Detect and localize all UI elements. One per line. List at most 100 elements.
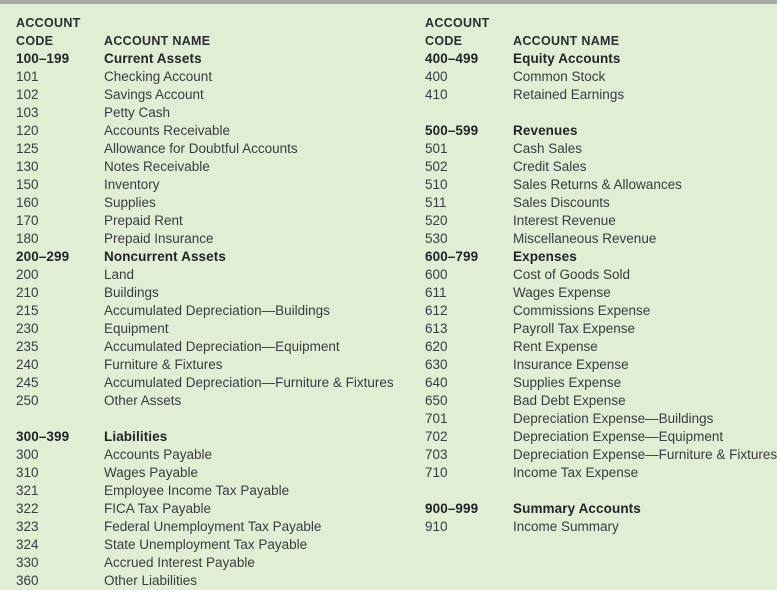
account-code: 611 [425, 285, 447, 300]
right-account-rows: 400–499 Equity Accounts 400 Common Stock 410… [425, 50, 777, 536]
account-name: Supplies [104, 195, 156, 210]
account-code: 101 [16, 69, 39, 84]
account-row: 703 Depreciation Expense—Furniture & Fixt… [425, 446, 777, 464]
account-code: 630 [425, 357, 448, 372]
account-code: 613 [425, 321, 448, 336]
account-name: Accounts Receivable [104, 123, 231, 138]
account-code: 130 [16, 159, 39, 174]
account-row: 245 Accumulated Depreciation—Furniture & … [16, 374, 410, 392]
account-group-row: 300–399 Liabilities [16, 428, 410, 446]
account-code: 612 [425, 303, 448, 318]
account-name: FICA Tax Payable [104, 501, 212, 516]
account-name: Noncurrent Assets [104, 249, 226, 264]
account-code: 600–799 [425, 249, 479, 264]
account-code: 710 [425, 465, 448, 480]
account-row: 511 Sales Discounts [425, 194, 777, 212]
right-account-column: ACCOUNT CODE ACCOUNT NAME 400–499 Equity … [410, 14, 777, 590]
account-code: 701 [425, 411, 448, 426]
account-row: 502 Credit Sales [425, 158, 777, 176]
account-row: 324 State Unemployment Tax Payable [16, 536, 410, 554]
account-row: 235 Accumulated Depreciation—Equipment [16, 338, 410, 356]
account-name: Allowance for Doubtful Accounts [104, 141, 298, 156]
account-code: 215 [16, 303, 39, 318]
account-name: Checking Account [104, 69, 213, 84]
account-code: 620 [425, 339, 448, 354]
account-row: 910 Income Summary [425, 518, 777, 536]
account-row: 611 Wages Expense [425, 284, 777, 302]
account-code: 310 [16, 465, 39, 480]
account-name: Expenses [513, 249, 577, 264]
account-row-spacer [425, 104, 777, 122]
account-code: 410 [425, 87, 448, 102]
account-row: 160 Supplies [16, 194, 410, 212]
chart-of-accounts-page: ACCOUNT CODE ACCOUNT NAME 100–199 Current… [0, 4, 777, 588]
account-name: Prepaid Insurance [104, 231, 214, 246]
account-code: 501 [425, 141, 448, 156]
account-row: 710 Income Tax Expense [425, 464, 777, 482]
account-row: 150 Inventory [16, 176, 410, 194]
account-row: 613 Payroll Tax Expense [425, 320, 777, 338]
account-name: Liabilities [104, 429, 168, 444]
account-row: 323 Federal Unemployment Tax Payable [16, 518, 410, 536]
account-code: 235 [16, 339, 39, 354]
right-header-row: CODE ACCOUNT NAME [425, 32, 777, 50]
account-row: 410 Retained Earnings [425, 86, 777, 104]
account-code: 102 [16, 87, 39, 102]
account-name: Furniture & Fixtures [104, 357, 223, 372]
two-column-layout: ACCOUNT CODE ACCOUNT NAME 100–199 Current… [0, 4, 777, 590]
account-row: 102 Savings Account [16, 86, 410, 104]
account-group-row: 100–199 Current Assets [16, 50, 410, 68]
account-code: 100–199 [16, 51, 70, 66]
account-name: Federal Unemployment Tax Payable [104, 519, 322, 534]
account-code: 300–399 [16, 429, 70, 444]
account-row: 103 Petty Cash [16, 104, 410, 122]
account-code: 650 [425, 393, 448, 408]
account-name: Revenues [513, 123, 578, 138]
account-row: 530 Miscellaneous Revenue [425, 230, 777, 248]
account-code: 640 [425, 375, 448, 390]
account-name: Land [104, 267, 135, 282]
left-header-name-label: ACCOUNT NAME [104, 34, 211, 48]
account-code: 170 [16, 213, 39, 228]
account-row: 520 Interest Revenue [425, 212, 777, 230]
account-name: Sales Discounts [513, 195, 610, 210]
account-name: Petty Cash [104, 105, 171, 120]
account-code: 103 [16, 105, 39, 120]
account-row: 330 Accrued Interest Payable [16, 554, 410, 572]
account-row: 322 FICA Tax Payable [16, 500, 410, 518]
left-header-row: CODE ACCOUNT NAME [16, 32, 410, 50]
account-group-row: 500–599 Revenues [425, 122, 777, 140]
account-name: Commissions Expense [513, 303, 651, 318]
account-name: Interest Revenue [513, 213, 616, 228]
account-name: Cost of Goods Sold [513, 267, 631, 282]
account-row: 200 Land [16, 266, 410, 284]
account-code: 400 [425, 69, 448, 84]
account-row: 600 Cost of Goods Sold [425, 266, 777, 284]
account-name: Notes Receivable [104, 159, 210, 174]
account-name: Prepaid Rent [104, 213, 183, 228]
account-name: Common Stock [513, 69, 606, 84]
account-row: 125 Allowance for Doubtful Accounts [16, 140, 410, 158]
account-name: Wages Payable [104, 465, 199, 480]
account-row: 170 Prepaid Rent [16, 212, 410, 230]
account-name: Supplies Expense [513, 375, 622, 390]
account-group-row: 400–499 Equity Accounts [425, 50, 777, 68]
account-name: Depreciation Expense—Furniture & Fixture… [513, 447, 777, 462]
account-row-spacer [425, 482, 777, 500]
account-code: 125 [16, 141, 39, 156]
right-header-code-label: CODE [425, 34, 463, 48]
account-code: 900–999 [425, 501, 479, 516]
account-code: 520 [425, 213, 448, 228]
account-code: 160 [16, 195, 39, 210]
account-row: 130 Notes Receivable [16, 158, 410, 176]
account-row: 501 Cash Sales [425, 140, 777, 158]
account-name: Retained Earnings [513, 87, 625, 102]
account-name: Savings Account [104, 87, 204, 102]
left-account-rows: 100–199 Current Assets 101 Checking Account… [16, 50, 410, 590]
account-row: 640 Supplies Expense [425, 374, 777, 392]
account-code: 230 [16, 321, 39, 336]
account-name: Rent Expense [513, 339, 598, 354]
account-row: 701 Depreciation Expense—Buildings [425, 410, 777, 428]
account-name: Equity Accounts [513, 51, 621, 66]
account-code: 245 [16, 375, 39, 390]
